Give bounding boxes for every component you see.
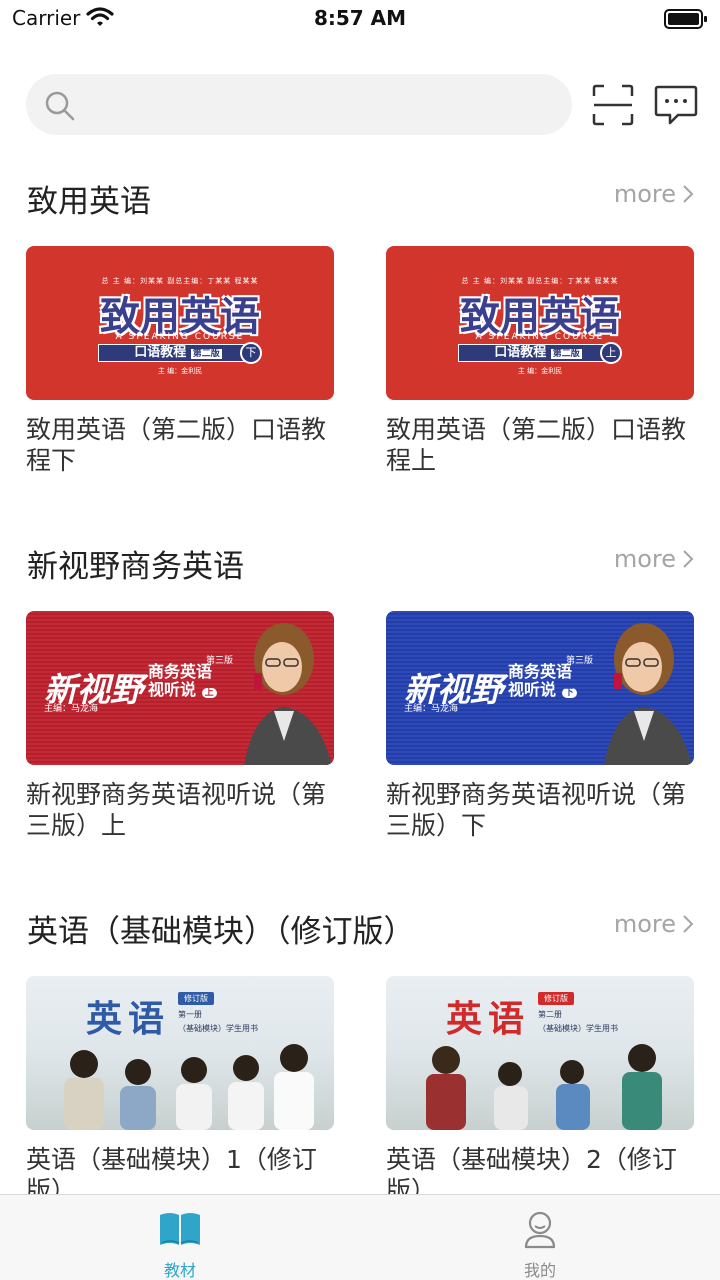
book-cover: 英语 修订版 第一册 （基础模块）学生用书 <box>26 976 334 1130</box>
status-bar: Carrier 8:57 AM <box>0 0 720 40</box>
tab-mine[interactable]: 我的 <box>360 1195 720 1280</box>
book-title: 英语（基础模块）2（修订版） <box>386 1145 677 1194</box>
search-input[interactable] <box>96 86 556 123</box>
book-title: 新视野商务英语视听说（第三版）上 <box>26 780 327 840</box>
book-cover: 第三版 新视野 商务英语 视听说 下 主编：马龙海 <box>386 611 694 765</box>
book-card[interactable]: 第三版 新视野 商务英语 视听说 下 主编：马龙海 新视野商务英语视听说（第三版… <box>386 611 694 841</box>
cover-meta: 第一册 （基础模块）学生用书 <box>178 1010 258 1033</box>
cover-title: 商务英语 视听说 上 <box>148 663 217 702</box>
more-link[interactable]: more <box>614 180 694 208</box>
section-title: 新视野商务英语 <box>27 549 244 585</box>
cover-photo-woman <box>244 623 332 765</box>
clock: 8:57 AM <box>313 6 407 30</box>
cover-editor: 主 编：金利民 <box>157 367 203 375</box>
section-zhiyong: 致用英语 more 总 主 编：刘某某 副总主编：丁某某 程某某 致用英语 A … <box>0 176 720 486</box>
search-icon <box>45 91 75 121</box>
book-cover: 英语 修订版 第二册 （基础模块）学生用书 <box>386 976 694 1130</box>
tab-bar: 教材 我的 <box>0 1194 720 1280</box>
tab-label: 教材 <box>163 1261 196 1280</box>
cover-meta: 第二册 （基础模块）学生用书 <box>538 1010 618 1033</box>
more-link[interactable]: more <box>614 545 694 573</box>
chevron-right-icon <box>683 550 694 568</box>
cover-bar-label: 口语教程 第二版 <box>494 345 582 360</box>
cover-subtitle: A SPEAKING COURSE <box>475 332 605 342</box>
book-card[interactable]: 总 主 编：刘某某 副总主编：丁某某 程某某 致用英语 A SPEAKING C… <box>386 246 694 476</box>
cover-editor: 主编：马龙海 <box>44 704 99 714</box>
cover-volume: 上 <box>600 342 622 364</box>
book-card[interactable]: 总 主 编：刘某某 副总主编：丁某某 程某某 致用英语 A SPEAKING C… <box>26 246 334 476</box>
more-label: more <box>613 910 676 938</box>
cover-title: 商务英语 视听说 下 <box>508 663 577 702</box>
more-link[interactable]: more <box>614 910 694 938</box>
book-card[interactable]: 英语 修订版 第二册 （基础模块）学生用书 英语（基础模块）2（修订版） <box>386 976 694 1194</box>
section-title: 英语（基础模块）（修订版） <box>27 914 415 950</box>
cover-photo-students <box>426 1044 662 1130</box>
cover-bar-label: 口语教程 第二版 <box>134 345 222 360</box>
cover-photo-students <box>64 1044 314 1130</box>
message-button[interactable] <box>654 84 698 126</box>
chevron-right-icon <box>683 185 694 203</box>
book-card[interactable]: 英语 修订版 第一册 （基础模块）学生用书 英语（基础模块）1（修订版） <box>26 976 334 1194</box>
more-label: more <box>613 180 676 208</box>
book-title: 致用英语（第二版）口语教程下 <box>26 415 327 475</box>
book-cover: 总 主 编：刘某某 副总主编：丁某某 程某某 致用英语 A SPEAKING C… <box>26 246 334 400</box>
scan-button[interactable] <box>592 84 634 126</box>
tab-textbooks[interactable]: 教材 <box>0 1195 360 1280</box>
more-label: more <box>613 545 676 573</box>
section-xinshiye: 新视野商务英语 more 第三版 新视野 商务英语 视听说 上 主编：马龙海 新… <box>0 541 720 851</box>
book-title: 英语（基础模块）1（修订版） <box>26 1145 317 1194</box>
section-yingyu-jichu: 英语（基础模块）（修订版） more 英语 修订版 第一册 （基础模块）学生用书… <box>0 906 720 1194</box>
search-bar[interactable] <box>26 74 572 135</box>
battery-icon <box>664 9 707 29</box>
chevron-right-icon <box>683 915 694 933</box>
person-icon <box>524 1211 556 1249</box>
book-icon <box>160 1213 200 1245</box>
book-title: 新视野商务英语视听说（第三版）下 <box>386 780 687 840</box>
book-cover: 第三版 新视野 商务英语 视听说 上 主编：马龙海 <box>26 611 334 765</box>
cover-tag: 修订版 <box>178 992 214 1005</box>
cover-tag: 修订版 <box>538 992 574 1005</box>
book-card[interactable]: 第三版 新视野 商务英语 视听说 上 主编：马龙海 新视野商务英语视听说（第三版… <box>26 611 334 841</box>
book-cover: 总 主 编：刘某某 副总主编：丁某某 程某某 致用英语 A SPEAKING C… <box>386 246 694 400</box>
cover-subtitle: A SPEAKING COURSE <box>115 332 245 342</box>
cover-editor: 主 编：金利民 <box>517 367 563 375</box>
book-title: 致用英语（第二版）口语教程上 <box>386 415 687 475</box>
section-title: 致用英语 <box>27 184 151 220</box>
cover-photo-woman <box>604 623 692 765</box>
cover-volume: 下 <box>240 342 262 364</box>
tab-label: 我的 <box>523 1261 556 1280</box>
cover-editor: 主编：马龙海 <box>404 704 459 714</box>
